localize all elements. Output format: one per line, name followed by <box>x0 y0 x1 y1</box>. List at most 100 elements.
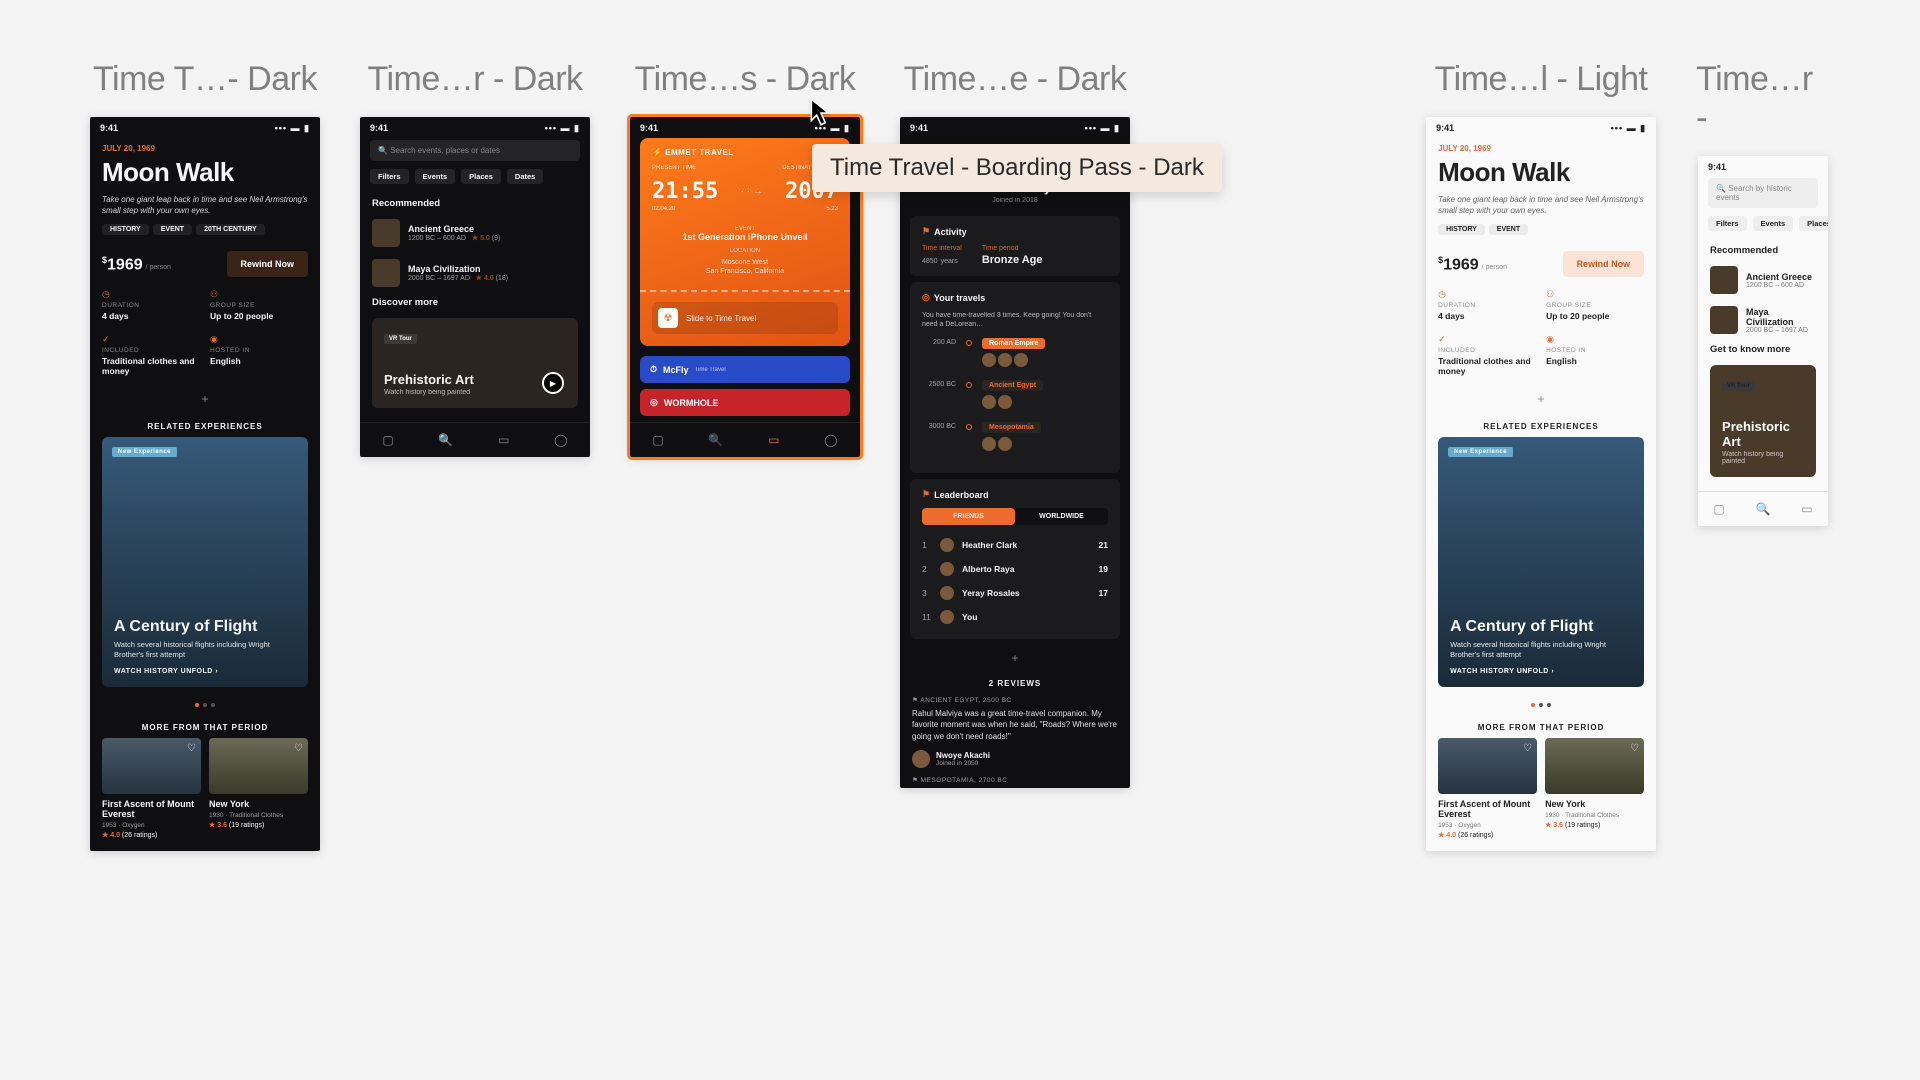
rewind-button[interactable]: Rewind Now <box>227 251 309 277</box>
watch-link[interactable]: Watch History Unfold › <box>1450 668 1632 675</box>
heart-icon[interactable]: ♡ <box>294 743 303 754</box>
leaderboard-tabs[interactable]: FriendsWorldwide <box>922 508 1108 525</box>
play-icon[interactable] <box>542 372 564 394</box>
filter-pill[interactable]: Places <box>461 169 501 184</box>
tag-chip[interactable]: History <box>102 224 149 235</box>
tag-chip[interactable]: 20th Century <box>196 224 265 235</box>
screen-moonwalk-light[interactable]: 9:41••• ▬ ▮ July 20, 1969 Moon Walk Take… <box>1426 117 1656 851</box>
travels-panel: ◎Your travels You have time-travelled 3 … <box>910 282 1120 473</box>
timeline-row[interactable]: 3000 BCMesopotamia <box>922 421 1108 451</box>
tab-ticket-icon[interactable]: ▭ <box>768 433 779 447</box>
slider-handle-icon[interactable]: ☢ <box>658 308 678 328</box>
filter-pill[interactable]: Events <box>415 169 456 184</box>
thumbnail <box>372 259 400 287</box>
time-present: 21:55 <box>652 179 718 204</box>
heart-icon[interactable]: ♡ <box>187 743 196 754</box>
expand-icon[interactable]: + <box>90 386 320 412</box>
clock-icon: ◷ <box>102 289 200 300</box>
screen-search-light[interactable]: 9:41 🔍 Search by historic events Filters… <box>1698 156 1828 526</box>
reviewer[interactable]: Nwoye AkachiJoined in 2050 <box>900 742 1130 776</box>
artboard-label[interactable]: Time…r - <box>1696 60 1830 138</box>
more-card[interactable]: ♡ New York 1930 · Traditional Clothes ★ … <box>1545 738 1644 839</box>
page-dots[interactable] <box>90 695 320 713</box>
activity-panel: ⚑Activity Time interval4850 years Time p… <box>910 216 1120 276</box>
section-header: Related Experiences <box>90 412 320 437</box>
list-item[interactable]: Ancient Greece1200 BC – 600 AD ★ 5.0 (9) <box>360 213 590 253</box>
slide-to-travel[interactable]: ☢ Slide to Time Travel <box>652 302 838 334</box>
check-icon: ✓ <box>102 334 200 345</box>
vr-badge: VR Tour <box>384 334 417 344</box>
discover-card[interactable]: VR Tour Prehistoric Art Watch history be… <box>1710 365 1816 477</box>
list-item[interactable]: Ancient Greece1200 BC – 600 AD <box>1698 260 1828 300</box>
leaderboard-row[interactable]: 1Heather Clark21 <box>922 533 1108 557</box>
artboard-label[interactable]: Time…e - Dark <box>904 60 1127 99</box>
filter-pill[interactable]: Dates <box>507 169 543 184</box>
filter-pill[interactable]: Events <box>1753 216 1794 231</box>
tab-ticket-icon[interactable]: ▭ <box>498 433 509 447</box>
watch-link[interactable]: Watch History Unfold › <box>114 668 296 675</box>
expand-icon[interactable]: + <box>900 645 1130 671</box>
screen-search-dark[interactable]: 9:41••• ▬ ▮ 🔍 Search events, places or d… <box>360 117 590 457</box>
status-bar: 9:41••• ▬ ▮ <box>90 117 320 136</box>
card-subtitle: Watch several historical flights includi… <box>114 640 296 660</box>
heart-icon[interactable]: ♡ <box>1630 743 1639 754</box>
event-title: 1st Generation iPhone Unveil <box>652 232 838 242</box>
discover-card[interactable]: VR Tour Prehistoric Art Watch history be… <box>372 318 578 408</box>
more-card[interactable]: ♡ First Ascent of Mount Everest 1953 · O… <box>102 738 201 839</box>
promo-wormhole[interactable]: ◎WORMHOLE <box>640 389 850 416</box>
tab-search-icon[interactable]: 🔍 <box>708 433 723 447</box>
globe-icon: ◉ <box>1546 334 1644 345</box>
artboard-label[interactable]: Time…l - Light <box>1435 60 1648 99</box>
check-icon: ✓ <box>1438 334 1536 345</box>
tab-home-icon[interactable]: ▢ <box>382 433 393 447</box>
section-header: More From That Period <box>1426 713 1656 738</box>
tab-ticket-icon[interactable]: ▭ <box>1801 502 1812 516</box>
artboard-label[interactable]: Time T…- Dark <box>93 60 317 99</box>
tab-search-icon[interactable]: 🔍 <box>1756 502 1771 516</box>
rewind-button[interactable]: Rewind Now <box>1563 251 1645 277</box>
thumbnail <box>1710 266 1738 294</box>
list-item[interactable]: Maya Civilization2000 BC – 1697 AD <box>1698 300 1828 340</box>
tab-home-icon[interactable]: ▢ <box>652 433 663 447</box>
list-item[interactable]: Maya Civilization2000 BC – 1697 AD ★ 4.0… <box>360 253 590 293</box>
leaderboard-row[interactable]: 3Yeray Rosales17 <box>922 581 1108 605</box>
experience-card[interactable]: New Experience A Century of Flight Watch… <box>102 437 308 687</box>
tab-profile-icon[interactable]: ◯ <box>824 433 837 447</box>
promo-mcfly[interactable]: ⏱McFlyTime Travel <box>640 356 850 383</box>
tab-home-icon[interactable]: ▢ <box>1713 502 1724 516</box>
price: $1969/ person <box>1438 255 1507 274</box>
status-bar: 9:41••• ▬ ▮ <box>630 117 860 136</box>
timeline-row[interactable]: 200 ADRoman Empire <box>922 337 1108 367</box>
screen-moonwalk-dark[interactable]: 9:41••• ▬ ▮ July 20, 1969 Moon Walk Take… <box>90 117 320 851</box>
experience-card[interactable]: New Experience A Century of Flight Watch… <box>1438 437 1644 687</box>
reviews-header: 2 Reviews <box>900 671 1130 696</box>
leaderboard-row[interactable]: 2Alberto Raya19 <box>922 557 1108 581</box>
leaderboard-row[interactable]: 11You <box>922 605 1108 629</box>
more-card[interactable]: ♡ First Ascent of Mount Everest 1953 · O… <box>1438 738 1537 839</box>
search-input[interactable]: 🔍 Search events, places or dates <box>370 140 580 161</box>
tag-chip[interactable]: Event <box>153 224 192 235</box>
expand-icon[interactable]: + <box>1426 386 1656 412</box>
search-input[interactable]: 🔍 Search by historic events <box>1708 178 1818 208</box>
filter-pill[interactable]: Places <box>1799 216 1828 231</box>
tab-search-icon[interactable]: 🔍 <box>438 433 453 447</box>
page-dots[interactable] <box>1426 695 1656 713</box>
heart-icon[interactable]: ♡ <box>1523 743 1532 754</box>
timeline-row[interactable]: 2500 BCAncient Egypt <box>922 379 1108 409</box>
tab-bar: ▢ 🔍 ▭ ◯ <box>630 422 860 457</box>
status-bar: 9:41••• ▬ ▮ <box>1426 117 1656 136</box>
hero-title: Moon Walk <box>1438 157 1644 188</box>
tag-chip[interactable]: Event <box>1489 224 1528 235</box>
screen-profile-dark[interactable]: 9:41••• ▬ ▮ Rahul Malviya Joined in 2018… <box>900 117 1130 788</box>
tag-chip[interactable]: History <box>1438 224 1485 235</box>
clock-icon: ◷ <box>1438 289 1536 300</box>
status-bar: 9:41 <box>1698 156 1828 174</box>
filter-pill[interactable]: Filters <box>1708 216 1747 231</box>
artboard-label[interactable]: Time…r - Dark <box>367 60 582 99</box>
flag-icon: ⚑ <box>922 489 930 500</box>
artboard-label[interactable]: Time…s - Dark <box>635 60 856 99</box>
filter-pill[interactable]: Filters <box>370 169 409 184</box>
section-header: More From That Period <box>90 713 320 738</box>
more-card[interactable]: ♡ New York 1930 · Traditional Clothes ★ … <box>209 738 308 839</box>
tab-profile-icon[interactable]: ◯ <box>554 433 567 447</box>
